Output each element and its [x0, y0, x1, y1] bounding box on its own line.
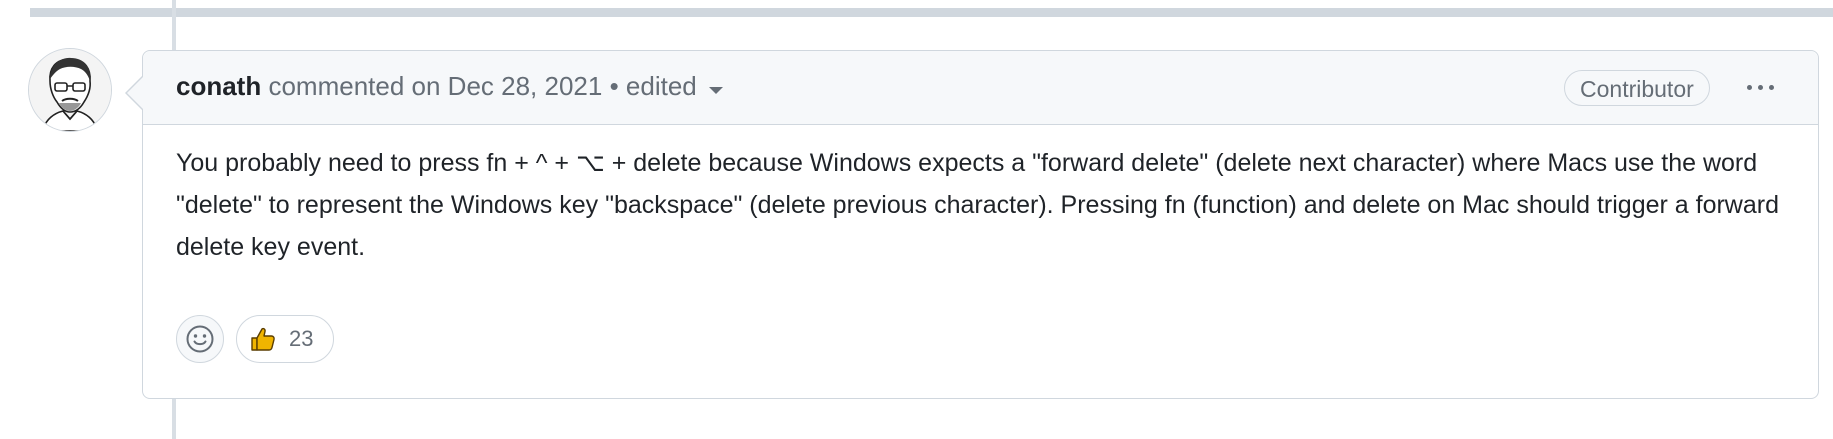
smiley-icon [186, 325, 214, 353]
add-reaction-button[interactable] [176, 315, 224, 363]
comment-timestamp[interactable]: commented on Dec 28, 2021 [268, 71, 602, 101]
dot [1757, 84, 1763, 90]
kebab-horizontal-icon[interactable] [1737, 69, 1783, 105]
comment-pointer-fill [127, 76, 144, 110]
role-badge: Contributor [1564, 70, 1710, 106]
reaction-thumbs-up-button[interactable]: 23 [236, 315, 334, 363]
author-link[interactable]: conath [176, 71, 261, 101]
avatar[interactable] [28, 48, 112, 132]
separator-dot: • [609, 71, 619, 101]
timeline-divider [30, 8, 1833, 17]
comment-header: conath commented on Dec 28, 2021 • edite… [143, 51, 1818, 125]
edited-label: edited [625, 71, 697, 101]
issue-timeline: conath commented on Dec 28, 2021 • edite… [0, 0, 1833, 439]
comment-body: You probably need to press fn + ^ + ⌥ + … [176, 149, 1779, 261]
dot [1746, 84, 1752, 90]
comment-card: conath commented on Dec 28, 2021 • edite… [125, 50, 1819, 399]
reaction-count: 23 [289, 326, 314, 351]
dot [1768, 84, 1774, 90]
edited-dropdown[interactable]: edited [626, 71, 723, 101]
comment-header-text: conath commented on Dec 28, 2021 • edite… [176, 71, 723, 101]
thumbs-up-icon [251, 327, 275, 351]
avatar-portrait-icon [29, 49, 111, 131]
chevron-down-icon [708, 86, 723, 94]
